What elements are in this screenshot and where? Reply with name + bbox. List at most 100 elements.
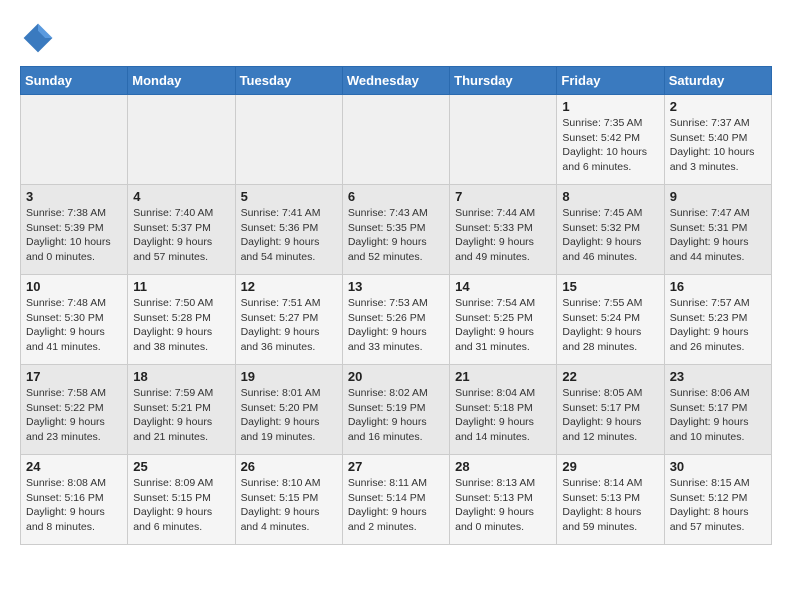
day-cell: 6 Sunrise: 7:43 AM Sunset: 5:35 PM Daylig… — [342, 185, 449, 275]
day-info: Sunrise: 8:13 AM Sunset: 5:13 PM Dayligh… — [455, 476, 551, 535]
day-info: Sunrise: 8:09 AM Sunset: 5:15 PM Dayligh… — [133, 476, 229, 535]
day-number: 17 — [26, 369, 122, 384]
day-number: 28 — [455, 459, 551, 474]
calendar-table: SundayMondayTuesdayWednesdayThursdayFrid… — [20, 66, 772, 545]
header-cell-sunday: Sunday — [21, 67, 128, 95]
day-cell: 12Sunrise: 7:51 AM Sunset: 5:27 PM Dayli… — [235, 275, 342, 365]
header-cell-tuesday: Tuesday — [235, 67, 342, 95]
day-info: Sunrise: 7:54 AM Sunset: 5:25 PM Dayligh… — [455, 296, 551, 355]
week-row-3: 10 Sunrise: 7:48 AM Sunset: 5:30 PM Dayli… — [21, 275, 772, 365]
day-cell: 16 Sunrise: 7:57 AM Sunset: 5:23 PM Dayli… — [664, 275, 771, 365]
day-number: 15 — [562, 279, 658, 294]
day-info: Sunrise: 8:11 AM Sunset: 5:14 PM Dayligh… — [348, 476, 444, 535]
header-cell-thursday: Thursday — [450, 67, 557, 95]
day-cell: 13 Sunrise: 7:53 AM Sunset: 5:26 PM Dayli… — [342, 275, 449, 365]
day-cell: 25 Sunrise: 8:09 AM Sunset: 5:15 PM Dayli… — [128, 455, 235, 545]
day-number: 9 — [670, 189, 766, 204]
day-cell: 5 Sunrise: 7:41 AM Sunset: 5:36 PM Daylig… — [235, 185, 342, 275]
day-number: 20 — [348, 369, 444, 384]
week-row-4: 17 Sunrise: 7:58 AM Sunset: 5:22 PM Dayli… — [21, 365, 772, 455]
day-info: Sunrise: 7:57 AM Sunset: 5:23 PM Dayligh… — [670, 296, 766, 355]
day-info: Sunrise: 7:47 AM Sunset: 5:31 PM Dayligh… — [670, 206, 766, 265]
day-cell: 4 Sunrise: 7:40 AM Sunset: 5:37 PM Daylig… — [128, 185, 235, 275]
day-number: 13 — [348, 279, 444, 294]
day-info: Sunrise: 8:08 AM Sunset: 5:16 PM Dayligh… — [26, 476, 122, 535]
header-cell-friday: Friday — [557, 67, 664, 95]
day-number: 16 — [670, 279, 766, 294]
day-info: Sunrise: 7:37 AM Sunset: 5:40 PM Dayligh… — [670, 116, 766, 175]
day-info: Sunrise: 7:35 AM Sunset: 5:42 PM Dayligh… — [562, 116, 658, 175]
week-row-5: 24 Sunrise: 8:08 AM Sunset: 5:16 PM Dayli… — [21, 455, 772, 545]
day-cell: 26 Sunrise: 8:10 AM Sunset: 5:15 PM Dayli… — [235, 455, 342, 545]
day-number: 26 — [241, 459, 337, 474]
day-number: 29 — [562, 459, 658, 474]
day-info: Sunrise: 7:45 AM Sunset: 5:32 PM Dayligh… — [562, 206, 658, 265]
day-cell: 20 Sunrise: 8:02 AM Sunset: 5:19 PM Dayli… — [342, 365, 449, 455]
day-cell: 18 Sunrise: 7:59 AM Sunset: 5:21 PM Dayli… — [128, 365, 235, 455]
header-row: SundayMondayTuesdayWednesdayThursdayFrid… — [21, 67, 772, 95]
day-info: Sunrise: 7:41 AM Sunset: 5:36 PM Dayligh… — [241, 206, 337, 265]
day-cell: 23 Sunrise: 8:06 AM Sunset: 5:17 PM Dayli… — [664, 365, 771, 455]
day-info: Sunrise: 7:51 AM Sunset: 5:27 PM Dayligh… — [241, 296, 337, 355]
day-cell: 30 Sunrise: 8:15 AM Sunset: 5:12 PM Dayli… — [664, 455, 771, 545]
day-cell — [128, 95, 235, 185]
day-number: 23 — [670, 369, 766, 384]
day-info: Sunrise: 7:48 AM Sunset: 5:30 PM Dayligh… — [26, 296, 122, 355]
day-info: Sunrise: 7:55 AM Sunset: 5:24 PM Dayligh… — [562, 296, 658, 355]
day-cell — [450, 95, 557, 185]
day-number: 19 — [241, 369, 337, 384]
day-cell: 8 Sunrise: 7:45 AM Sunset: 5:32 PM Daylig… — [557, 185, 664, 275]
day-info: Sunrise: 7:53 AM Sunset: 5:26 PM Dayligh… — [348, 296, 444, 355]
day-number: 24 — [26, 459, 122, 474]
day-number: 11 — [133, 279, 229, 294]
header-cell-monday: Monday — [128, 67, 235, 95]
day-number: 10 — [26, 279, 122, 294]
day-cell: 9 Sunrise: 7:47 AM Sunset: 5:31 PM Daylig… — [664, 185, 771, 275]
day-cell: 19Sunrise: 8:01 AM Sunset: 5:20 PM Dayli… — [235, 365, 342, 455]
week-row-2: 3 Sunrise: 7:38 AM Sunset: 5:39 PM Daylig… — [21, 185, 772, 275]
day-info: Sunrise: 7:38 AM Sunset: 5:39 PM Dayligh… — [26, 206, 122, 265]
day-cell: 14 Sunrise: 7:54 AM Sunset: 5:25 PM Dayli… — [450, 275, 557, 365]
day-number: 21 — [455, 369, 551, 384]
day-cell: 10 Sunrise: 7:48 AM Sunset: 5:30 PM Dayli… — [21, 275, 128, 365]
day-info: Sunrise: 8:10 AM Sunset: 5:15 PM Dayligh… — [241, 476, 337, 535]
header-cell-saturday: Saturday — [664, 67, 771, 95]
day-number: 18 — [133, 369, 229, 384]
day-number: 1 — [562, 99, 658, 114]
day-number: 5 — [241, 189, 337, 204]
day-cell: 11Sunrise: 7:50 AM Sunset: 5:28 PM Dayli… — [128, 275, 235, 365]
day-number: 4 — [133, 189, 229, 204]
day-number: 30 — [670, 459, 766, 474]
day-cell: 3 Sunrise: 7:38 AM Sunset: 5:39 PM Daylig… — [21, 185, 128, 275]
day-number: 6 — [348, 189, 444, 204]
day-cell: 28 Sunrise: 8:13 AM Sunset: 5:13 PM Dayli… — [450, 455, 557, 545]
day-number: 25 — [133, 459, 229, 474]
day-info: Sunrise: 7:43 AM Sunset: 5:35 PM Dayligh… — [348, 206, 444, 265]
day-info: Sunrise: 8:14 AM Sunset: 5:13 PM Dayligh… — [562, 476, 658, 535]
day-cell: 24 Sunrise: 8:08 AM Sunset: 5:16 PM Dayli… — [21, 455, 128, 545]
day-info: Sunrise: 8:04 AM Sunset: 5:18 PM Dayligh… — [455, 386, 551, 445]
day-cell: 27Sunrise: 8:11 AM Sunset: 5:14 PM Dayli… — [342, 455, 449, 545]
day-number: 7 — [455, 189, 551, 204]
header-cell-wednesday: Wednesday — [342, 67, 449, 95]
day-cell: 7Sunrise: 7:44 AM Sunset: 5:33 PM Daylig… — [450, 185, 557, 275]
day-info: Sunrise: 7:58 AM Sunset: 5:22 PM Dayligh… — [26, 386, 122, 445]
day-number: 14 — [455, 279, 551, 294]
day-cell: 17 Sunrise: 7:58 AM Sunset: 5:22 PM Dayli… — [21, 365, 128, 455]
day-info: Sunrise: 8:06 AM Sunset: 5:17 PM Dayligh… — [670, 386, 766, 445]
day-info: Sunrise: 8:15 AM Sunset: 5:12 PM Dayligh… — [670, 476, 766, 535]
day-info: Sunrise: 8:02 AM Sunset: 5:19 PM Dayligh… — [348, 386, 444, 445]
day-number: 3 — [26, 189, 122, 204]
day-cell: 2Sunrise: 7:37 AM Sunset: 5:40 PM Daylig… — [664, 95, 771, 185]
day-number: 8 — [562, 189, 658, 204]
day-info: Sunrise: 7:59 AM Sunset: 5:21 PM Dayligh… — [133, 386, 229, 445]
day-info: Sunrise: 7:40 AM Sunset: 5:37 PM Dayligh… — [133, 206, 229, 265]
calendar-header: SundayMondayTuesdayWednesdayThursdayFrid… — [21, 67, 772, 95]
logo-icon — [20, 20, 56, 56]
day-cell: 15 Sunrise: 7:55 AM Sunset: 5:24 PM Dayli… — [557, 275, 664, 365]
day-info: Sunrise: 8:05 AM Sunset: 5:17 PM Dayligh… — [562, 386, 658, 445]
page-header — [20, 20, 772, 56]
day-cell — [342, 95, 449, 185]
day-number: 22 — [562, 369, 658, 384]
day-cell: 29 Sunrise: 8:14 AM Sunset: 5:13 PM Dayli… — [557, 455, 664, 545]
